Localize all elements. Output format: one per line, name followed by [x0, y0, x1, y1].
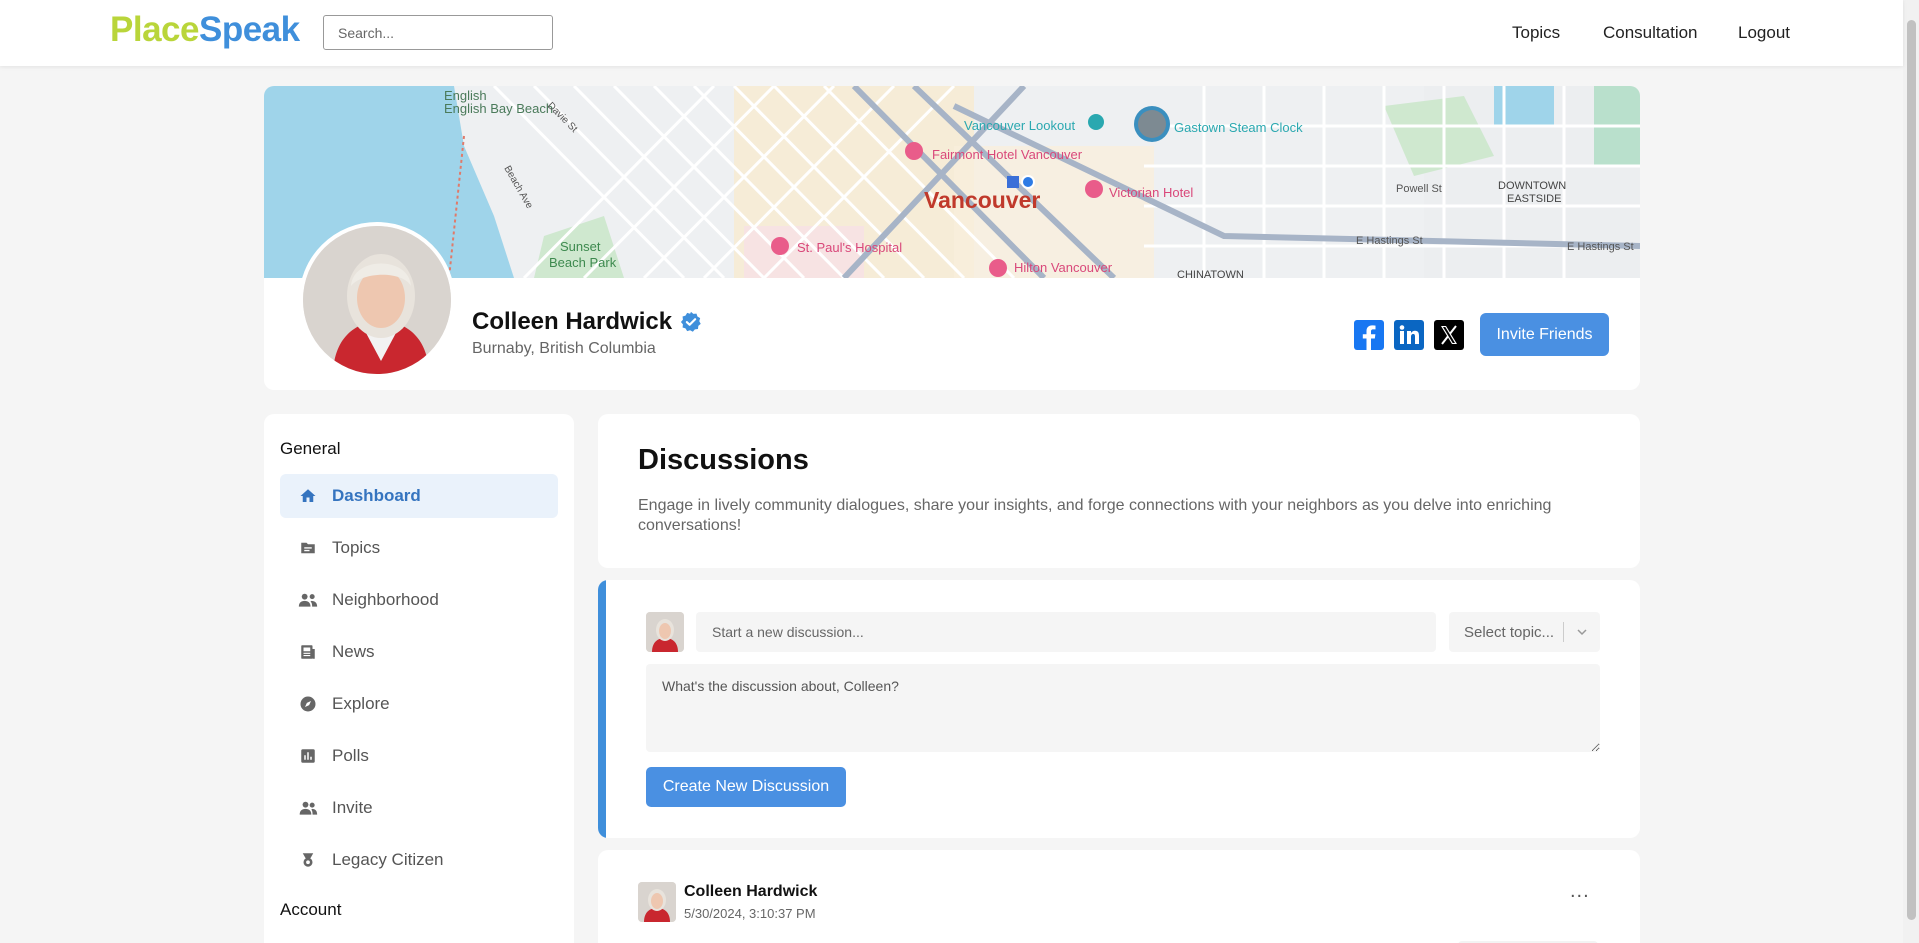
- page-title: Discussions: [638, 444, 809, 476]
- map-label-hastings-1: E Hastings St: [1356, 235, 1423, 247]
- sidebar: General Dashboard Topics Neighborhood Ne…: [264, 414, 574, 943]
- map-label-eastside: EASTSIDE: [1507, 193, 1561, 205]
- map-label-downtown: DOWNTOWN: [1498, 180, 1566, 192]
- badge-icon: [298, 850, 318, 870]
- profile-card: English English Bay Beach Vancouver Look…: [264, 86, 1640, 390]
- sidebar-item-legacy-citizen[interactable]: Legacy Citizen: [280, 838, 558, 882]
- sidebar-item-dashboard[interactable]: Dashboard: [280, 474, 558, 518]
- logo-text-speak: Speak: [198, 10, 300, 49]
- profile-avatar[interactable]: [299, 222, 455, 378]
- map-label-english-bay-beach: English Bay Beach: [444, 101, 553, 116]
- map-label-beach-park: Beach Park: [549, 255, 617, 270]
- invite-icon: [298, 798, 318, 818]
- sidebar-item-label: Legacy Citizen: [332, 850, 444, 869]
- map-label-fairmont: Fairmont Hotel Vancouver: [932, 147, 1083, 162]
- sidebar-item-news[interactable]: News: [280, 630, 558, 674]
- sidebar-item-label: Neighborhood: [332, 590, 439, 609]
- sidebar-item-label: Invite: [332, 798, 373, 817]
- facebook-share-icon[interactable]: [1354, 320, 1384, 350]
- chevron-down-icon: [1574, 624, 1590, 644]
- sidebar-item-label: News: [332, 642, 375, 661]
- map-label-powell: Powell St: [1396, 183, 1442, 195]
- topic-select-value: Select topic...: [1464, 623, 1555, 641]
- people-icon: [298, 590, 318, 610]
- sidebar-item-topics[interactable]: Topics: [280, 526, 558, 570]
- sidebar-heading-general: General: [280, 439, 341, 458]
- discussion-body-textarea[interactable]: [646, 664, 1600, 752]
- logo-text-place: Place: [110, 10, 199, 49]
- search-input[interactable]: [323, 15, 553, 50]
- create-discussion-button[interactable]: Create New Discussion: [646, 767, 846, 807]
- sidebar-heading-account: Account: [280, 900, 342, 919]
- sidebar-item-neighborhood[interactable]: Neighborhood: [280, 578, 558, 622]
- profile-location: Burnaby, British Columbia: [472, 340, 656, 357]
- page-description: Engage in lively community dialogues, sh…: [638, 497, 1552, 534]
- nav-topics[interactable]: Topics: [1512, 22, 1560, 44]
- sidebar-item-label: Dashboard: [332, 486, 421, 505]
- map-label-hastings-2: E Hastings St: [1567, 241, 1634, 253]
- sidebar-item-label: Polls: [332, 746, 369, 765]
- placespeak-logo[interactable]: PlaceSpeak: [110, 10, 300, 50]
- map-label-sunset: Sunset: [560, 239, 601, 254]
- map-label-st-pauls: St. Paul's Hospital: [797, 240, 902, 255]
- select-divider: [1563, 622, 1564, 642]
- profile-name: Colleen Hardwick: [472, 307, 702, 337]
- sidebar-item-label: Topics: [332, 538, 381, 557]
- home-icon: [298, 486, 318, 506]
- newspaper-icon: [298, 642, 318, 662]
- user-avatar: [646, 612, 684, 652]
- poll-icon: [298, 746, 318, 766]
- topic-select[interactable]: Select topic...: [1449, 612, 1600, 652]
- sidebar-item-polls[interactable]: Polls: [280, 734, 558, 778]
- invite-friends-button[interactable]: Invite Friends: [1480, 313, 1609, 356]
- map-label-hilton: Hilton Vancouver: [1014, 260, 1113, 275]
- nav-consultation[interactable]: Consultation: [1603, 22, 1698, 44]
- folder-icon: [298, 538, 318, 558]
- discussion-title-input[interactable]: [696, 612, 1436, 652]
- nav-logout[interactable]: Logout: [1738, 22, 1790, 44]
- x-share-icon[interactable]: [1434, 320, 1464, 350]
- post-author-name[interactable]: Colleen Hardwick: [684, 883, 817, 901]
- profile-name-text: Colleen Hardwick: [472, 308, 673, 335]
- sidebar-item-invite[interactable]: Invite: [280, 786, 558, 830]
- post-timestamp: 5/30/2024, 3:10:37 PM: [684, 906, 816, 921]
- scrollbar-thumb[interactable]: [1907, 20, 1916, 920]
- more-options-icon[interactable]: ...: [1570, 880, 1590, 903]
- map-label-victorian: Victorian Hotel: [1109, 185, 1193, 200]
- map-label-vancouver: Vancouver: [924, 187, 1040, 213]
- sidebar-item-explore[interactable]: Explore: [280, 682, 558, 726]
- card-accent-bar: [598, 580, 606, 838]
- map-label-chinatown: CHINATOWN: [1177, 269, 1244, 278]
- location-map[interactable]: English English Bay Beach Vancouver Look…: [264, 86, 1640, 278]
- sidebar-item-label: Explore: [332, 694, 390, 713]
- top-header: PlaceSpeak Topics Consultation Logout: [0, 0, 1903, 66]
- verified-badge-icon: [680, 311, 701, 332]
- compass-icon: [298, 694, 318, 714]
- discussion-post-card: Colleen Hardwick 5/30/2024, 3:10:37 PM .…: [598, 850, 1640, 943]
- post-author-avatar[interactable]: [638, 882, 676, 922]
- discussions-header-card: Discussions Engage in lively community d…: [598, 414, 1640, 568]
- new-discussion-card: Select topic... Create New Discussion: [598, 580, 1640, 838]
- map-label-steam-clock: Gastown Steam Clock: [1174, 120, 1303, 135]
- page-scrollbar[interactable]: [1903, 0, 1919, 943]
- map-label-lookout: Vancouver Lookout: [964, 118, 1075, 133]
- linkedin-share-icon[interactable]: [1394, 320, 1424, 350]
